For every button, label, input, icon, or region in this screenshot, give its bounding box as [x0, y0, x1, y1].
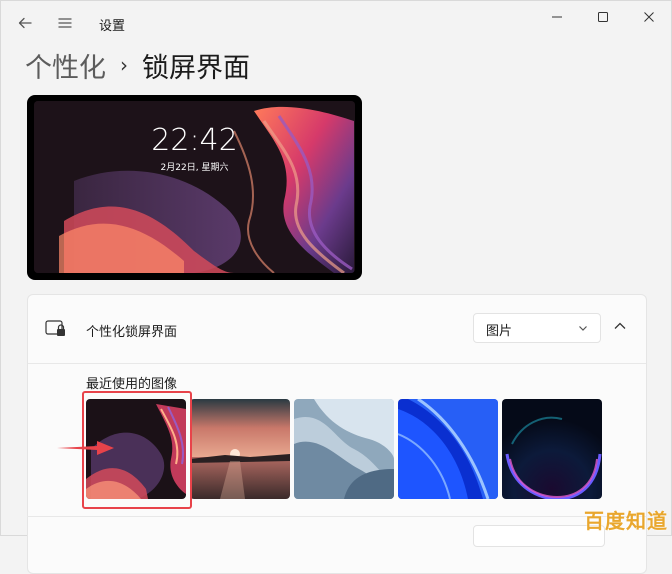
close-button[interactable] — [626, 1, 672, 33]
lock-screen-preview: 22:42 2月22日, 星期六 — [27, 95, 362, 280]
app-title: 设置 — [99, 19, 126, 34]
maximize-button[interactable] — [580, 1, 626, 33]
red-arrow-icon — [57, 441, 114, 455]
close-icon — [644, 12, 654, 22]
lock-screen-mode-dropdown[interactable]: 图片 — [473, 313, 601, 343]
menu-button[interactable] — [51, 9, 79, 37]
preview-clock: 22:42 — [151, 123, 238, 158]
recent-image-blue-bloom[interactable] — [398, 399, 498, 499]
preview-date: 2月22日, 星期六 — [160, 163, 229, 173]
card-header[interactable]: 个性化锁屏界面 图片 — [28, 295, 646, 364]
recent-image-sunset-lake[interactable] — [190, 399, 290, 499]
dropdown-value: 图片 — [486, 324, 513, 339]
chevron-down-icon — [579, 326, 587, 331]
breadcrumb-parent-link[interactable]: 个性化 — [25, 46, 106, 85]
lock-screen-icon — [45, 320, 65, 336]
recent-image-dark-glow[interactable] — [502, 399, 602, 499]
back-arrow-icon — [18, 17, 32, 29]
minimize-icon — [552, 16, 562, 18]
hamburger-icon — [58, 18, 72, 28]
recent-image-blue-grey-waves[interactable] — [294, 399, 394, 499]
lock-screen-label: 个性化锁屏界面 — [86, 325, 178, 340]
maximize-icon — [598, 12, 608, 22]
recent-images-label: 最近使用的图像 — [86, 377, 178, 392]
collapse-chevron-up-icon[interactable] — [613, 319, 627, 333]
minimize-button[interactable] — [534, 1, 580, 33]
title-bar: 设置 — [1, 1, 671, 45]
preview-wallpaper: 22:42 2月22日, 星期六 — [34, 101, 355, 273]
watermark-logo: 百度知道 — [584, 509, 668, 533]
page-title: 锁屏界面 — [142, 52, 250, 84]
breadcrumb: 个性化 › 锁屏界面 — [25, 45, 250, 85]
breadcrumb-separator-icon: › — [120, 53, 128, 77]
back-button[interactable] — [11, 9, 39, 37]
